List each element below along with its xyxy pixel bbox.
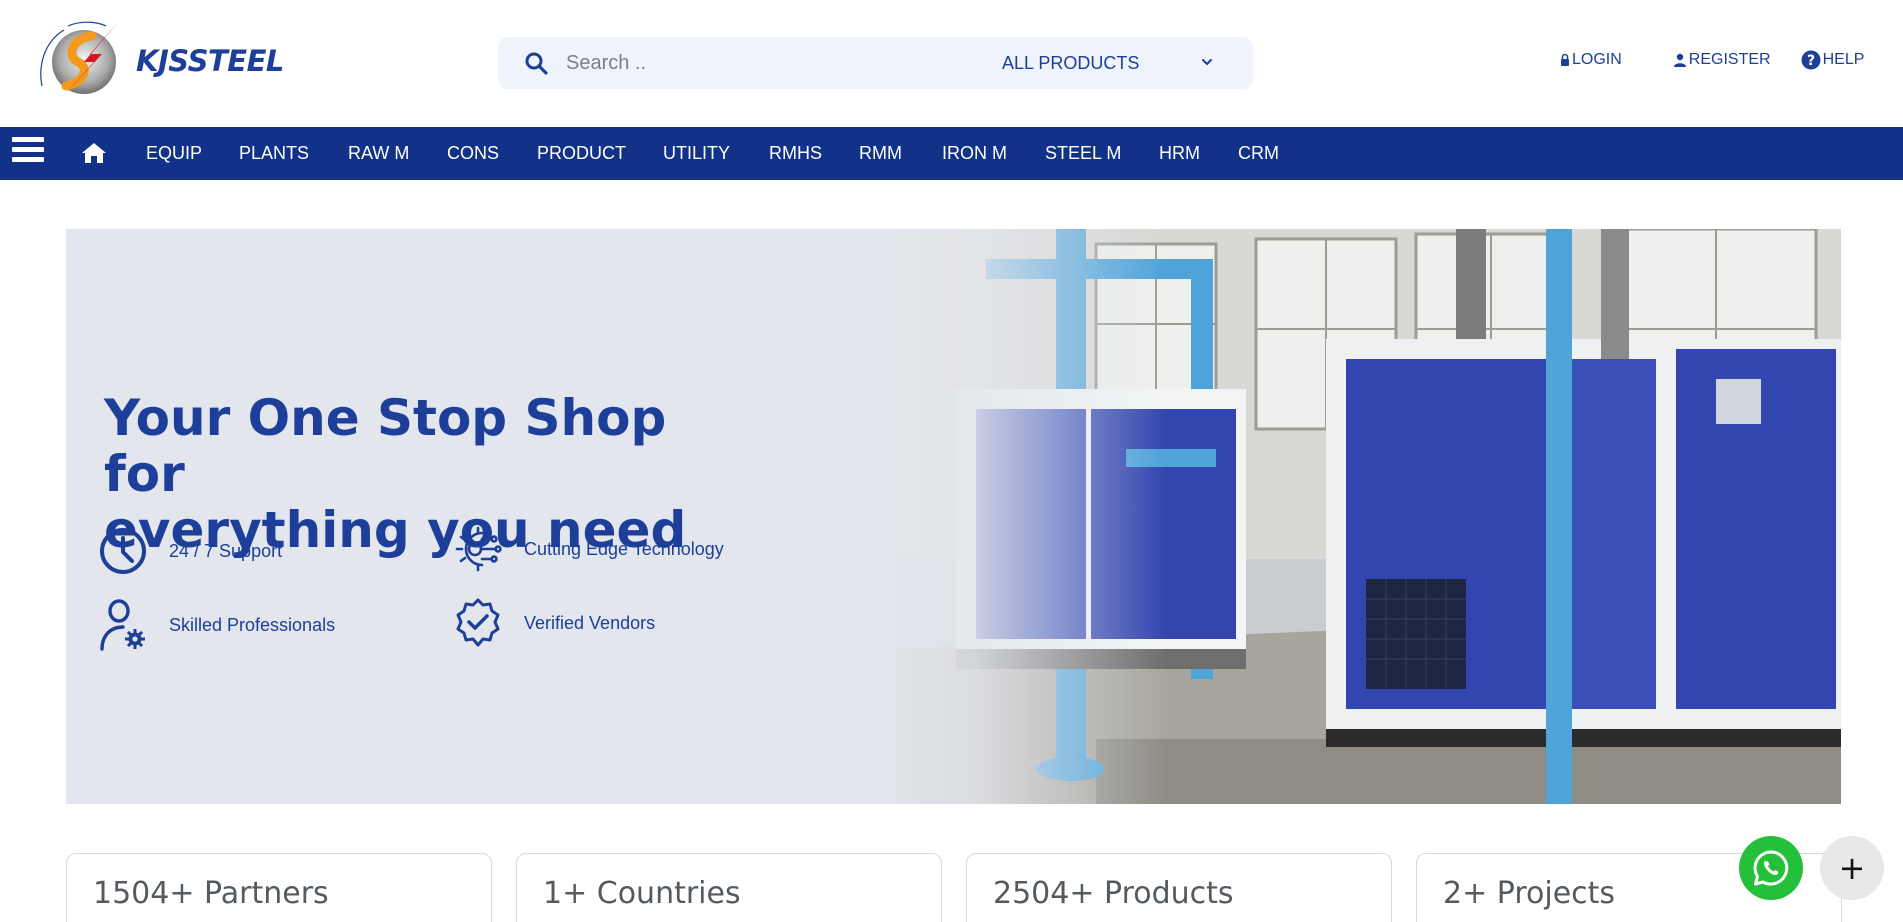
- chevron-down-icon: [1202, 59, 1212, 65]
- nav-item-product[interactable]: PRODUCT: [537, 143, 626, 164]
- nav-item-rmhs[interactable]: RMHS: [769, 143, 822, 164]
- category-select[interactable]: ALL PRODUCTS: [1002, 37, 1242, 89]
- logo-mark: [32, 16, 132, 102]
- search-input[interactable]: [566, 43, 966, 83]
- help-label: HELP: [1822, 51, 1865, 68]
- feature-vendors-label: Verified Vendors: [524, 612, 656, 633]
- svg-text:?: ?: [1807, 53, 1815, 69]
- nav-item-utility[interactable]: UTILITY: [663, 143, 730, 164]
- stat-countries: 1+ Countries: [543, 876, 741, 911]
- feature-technology: Cutting Edge Technology: [452, 523, 724, 575]
- account-links: LOGIN REGISTER ? HELP: [1560, 50, 1864, 70]
- feature-professionals-label: Skilled Professionals: [169, 614, 336, 635]
- nav-item-plants[interactable]: PLANTS: [239, 143, 309, 164]
- login-link[interactable]: LOGIN: [1560, 51, 1622, 69]
- clock-icon: [100, 528, 146, 574]
- nav-item-equip[interactable]: EQUIP: [146, 143, 202, 164]
- nav-item-iron-m[interactable]: IRON M: [942, 143, 1007, 164]
- register-label: REGISTER: [1688, 51, 1771, 68]
- search-icon[interactable]: [522, 49, 550, 77]
- plus-button[interactable]: +: [1820, 836, 1884, 900]
- site-header: KJSSTEEL ALL PRODUCTS: [0, 0, 1903, 127]
- stat-products: 2504+ Products: [993, 876, 1234, 911]
- login-label: LOGIN: [1572, 51, 1622, 68]
- feature-support: 24 / 7 Support: [97, 525, 282, 577]
- whatsapp-button[interactable]: [1739, 836, 1803, 900]
- user-gear-icon: [100, 599, 145, 651]
- user-icon: [1673, 53, 1686, 67]
- feature-vendors: Verified Vendors: [452, 597, 655, 649]
- stat-card-partners: 1504+ Partners: [66, 853, 492, 922]
- feature-technology-label: Cutting Edge Technology: [524, 538, 724, 559]
- help-link[interactable]: ? HELP: [1801, 50, 1865, 70]
- hero-fade-overlay: [846, 229, 1166, 804]
- stat-partners: 1504+ Partners: [93, 876, 329, 911]
- nav-item-rmm[interactable]: RMM: [859, 143, 902, 164]
- feature-support-label: 24 / 7 Support: [169, 540, 283, 561]
- hero-banner: Your One Stop Shop for everything you ne…: [66, 229, 1841, 804]
- nav-item-steel-m[interactable]: STEEL M: [1045, 143, 1121, 164]
- site-logo[interactable]: KJSSTEEL: [32, 14, 284, 104]
- main-nav: EQUIP PLANTS RAW M CONS PRODUCT UTILITY …: [0, 127, 1903, 180]
- page: KJSSTEEL ALL PRODUCTS: [0, 0, 1903, 922]
- gear-circuit-icon: [455, 526, 502, 572]
- stat-card-countries: 1+ Countries: [516, 853, 942, 922]
- hamburger-menu-icon[interactable]: [12, 137, 44, 169]
- help-icon: ?: [1801, 50, 1821, 70]
- stat-card-products: 2504+ Products: [966, 853, 1392, 922]
- feature-professionals: Skilled Professionals: [97, 599, 335, 651]
- register-link[interactable]: REGISTER: [1673, 51, 1771, 69]
- lock-icon: [1561, 53, 1569, 66]
- nav-item-raw-m[interactable]: RAW M: [348, 143, 409, 164]
- hero-title-line1: Your One Stop Shop for: [104, 389, 667, 503]
- nav-item-cons[interactable]: CONS: [447, 143, 499, 164]
- nav-item-hrm[interactable]: HRM: [1159, 143, 1200, 164]
- category-select-value: ALL PRODUCTS: [1002, 52, 1140, 73]
- logo-wordmark: KJSSTEEL: [136, 44, 284, 78]
- verified-badge-icon: [456, 598, 500, 647]
- whatsapp-icon: [1753, 850, 1789, 886]
- stat-projects: 2+ Projects: [1443, 876, 1616, 911]
- search-bar: ALL PRODUCTS: [498, 37, 1253, 89]
- home-icon[interactable]: [81, 141, 107, 165]
- nav-item-crm[interactable]: CRM: [1238, 143, 1279, 164]
